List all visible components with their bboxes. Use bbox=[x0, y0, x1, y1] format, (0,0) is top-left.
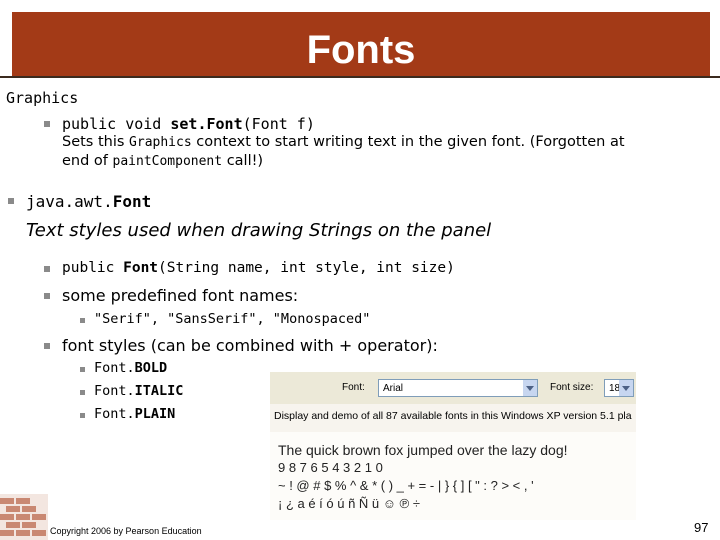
brick-decoration-icon bbox=[0, 494, 48, 540]
font-size-select[interactable]: 18 bbox=[604, 379, 634, 397]
bullet-icon bbox=[44, 343, 50, 349]
font-size-label: Font size: bbox=[550, 382, 594, 393]
demo-line: ¡ ¿ a é í ó ú ñ Ñ ü ☺ ℗ ÷ bbox=[278, 496, 420, 511]
demo-line: ~ ! @ # $ % ^ & * ( ) _ + = - | } { ] [ … bbox=[278, 478, 534, 493]
demo-panel: The quick brown fox jumped over the lazy… bbox=[270, 432, 636, 520]
bullet-icon bbox=[80, 367, 85, 372]
title-underline bbox=[0, 76, 720, 78]
demo-line: The quick brown fox jumped over the lazy… bbox=[278, 442, 568, 458]
font-demo-screenshot: Font: Arial Font size: 18 Display and de… bbox=[270, 372, 636, 520]
font-names-list: "Serif", "SansSerif", "Monospaced" bbox=[94, 311, 371, 327]
font-styles-label: font styles (can be combined with + oper… bbox=[62, 336, 438, 355]
demo-line: 9 8 7 6 5 4 3 2 1 0 bbox=[278, 460, 383, 475]
fonts-description: Display and demo of all 87 available fon… bbox=[274, 410, 632, 422]
setfont-description-line1: Sets this Graphics context to start writ… bbox=[62, 134, 625, 150]
chevron-down-icon bbox=[619, 380, 633, 396]
font-constructor: public Font(String name, int style, int … bbox=[62, 260, 455, 276]
bullet-icon bbox=[80, 318, 85, 323]
section-label: Graphics bbox=[6, 89, 79, 107]
bullet-icon bbox=[44, 121, 50, 127]
page-number: 97 bbox=[694, 520, 709, 535]
bullet-icon bbox=[8, 198, 14, 204]
bullet-icon bbox=[80, 390, 85, 395]
title-bar: Fonts bbox=[12, 12, 710, 76]
font-class-name: java.awt.Font bbox=[26, 192, 152, 211]
bullet-icon bbox=[44, 293, 50, 299]
style-plain: Font.PLAIN bbox=[94, 406, 176, 422]
font-select[interactable]: Arial bbox=[378, 379, 538, 397]
style-italic: Font.ITALIC bbox=[94, 383, 184, 399]
font-names-label: some predefined font names: bbox=[62, 286, 299, 305]
copyright-footer: Copyright 2006 by Pearson Education bbox=[50, 526, 202, 536]
style-bold: Font.BOLD bbox=[94, 360, 168, 376]
setfont-description-line2: end of paintComponent call!) bbox=[62, 153, 264, 169]
bullet-icon bbox=[44, 266, 50, 272]
font-select-value: Arial bbox=[383, 383, 404, 394]
chevron-down-icon bbox=[523, 380, 537, 396]
font-label: Font: bbox=[342, 382, 365, 393]
font-toolbar: Font: Arial Font size: 18 bbox=[270, 372, 636, 404]
tagline: Text styles used when drawing Strings on… bbox=[26, 220, 492, 241]
setfont-signature: public void set.Font(Font f) bbox=[62, 115, 315, 133]
bullet-icon bbox=[80, 413, 85, 418]
